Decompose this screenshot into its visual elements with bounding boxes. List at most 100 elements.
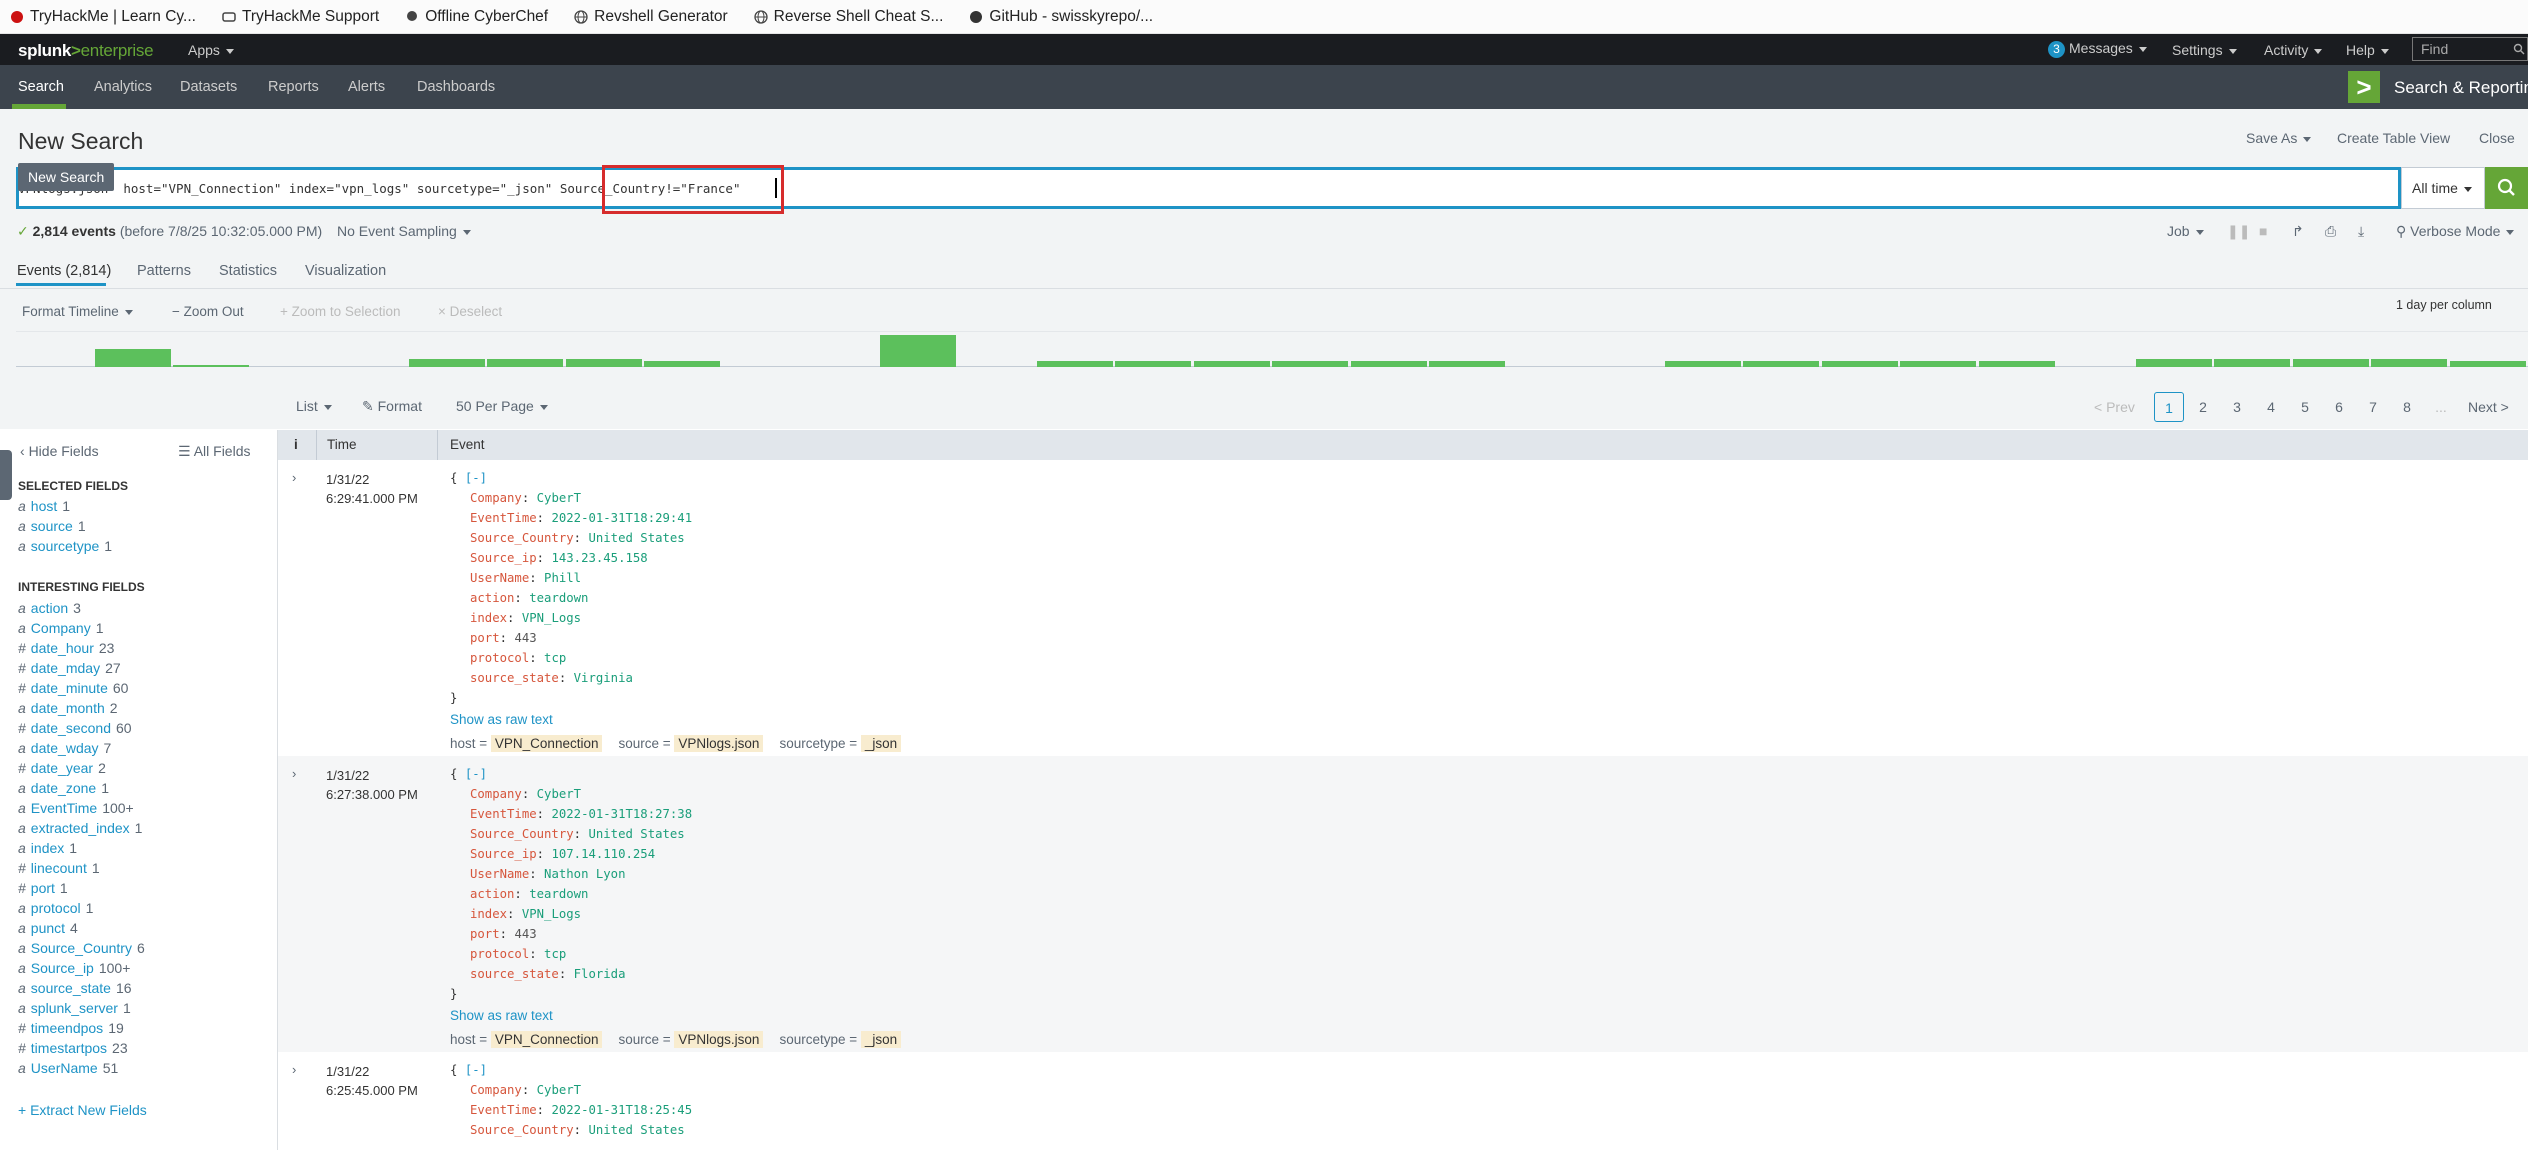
hide-fields-button[interactable]: ‹ Hide Fields xyxy=(20,443,99,459)
event-field-value[interactable]: United States xyxy=(588,531,684,545)
field-item[interactable]: # linecount 1 xyxy=(18,860,100,876)
stop-icon[interactable]: ■ xyxy=(2259,223,2267,239)
close-button[interactable]: Close xyxy=(2479,130,2515,146)
field-item[interactable]: a date_zone 1 xyxy=(18,780,109,796)
event-field-key[interactable]: action xyxy=(470,591,514,605)
share-icon[interactable]: ↱ xyxy=(2292,223,2304,240)
field-item[interactable]: a Source_ip 100+ xyxy=(18,960,130,976)
event-field-value[interactable]: 2022-01-31T18:29:41 xyxy=(551,511,692,525)
field-item[interactable]: a date_month 2 xyxy=(18,700,118,716)
tab-statistics[interactable]: Statistics xyxy=(219,263,277,279)
sidebar-handle[interactable] xyxy=(0,450,12,500)
tab-patterns[interactable]: Patterns xyxy=(137,263,191,279)
bookmark-tryhackme[interactable]: TryHackMe | Learn Cy... xyxy=(10,8,196,26)
source-value[interactable]: VPNlogs.json xyxy=(674,1031,764,1048)
field-item[interactable]: a Source_Country 6 xyxy=(18,940,145,956)
timeline-bar[interactable] xyxy=(1822,361,1898,367)
field-item[interactable]: a host 1 xyxy=(18,498,70,514)
timeline-chart[interactable] xyxy=(16,331,2528,367)
field-item[interactable]: a source_state 16 xyxy=(18,980,132,996)
event-field-value[interactable]: 143.23.45.158 xyxy=(551,551,647,565)
next-page-button[interactable]: Next > xyxy=(2468,392,2509,422)
bookmark-cyberchef[interactable]: Offline CyberChef xyxy=(405,8,548,26)
event-field-key[interactable]: Source_Country xyxy=(470,531,574,545)
event-field-key[interactable]: Source_Country xyxy=(470,827,574,841)
event-field-key[interactable]: index xyxy=(470,611,507,625)
event-field-key[interactable]: EventTime xyxy=(470,1103,537,1117)
event-field-key[interactable]: Source_Country xyxy=(470,1123,574,1137)
bookmark-revshell[interactable]: Revshell Generator xyxy=(574,8,728,26)
messages-menu[interactable]: 3 Messages xyxy=(2048,40,2147,58)
event-field-key[interactable]: Source_ip xyxy=(470,847,537,861)
export-icon[interactable]: ⤓ xyxy=(2358,223,2364,240)
timeline-bar[interactable] xyxy=(1900,361,1976,367)
deselect-button[interactable]: × Deselect xyxy=(438,304,502,319)
event-field-value[interactable]: 107.14.110.254 xyxy=(551,847,655,861)
timeline-bar[interactable] xyxy=(2136,359,2212,367)
field-item[interactable]: # date_mday 27 xyxy=(18,660,121,676)
time-range-picker[interactable]: All time xyxy=(2401,167,2485,209)
field-item[interactable]: a index 1 xyxy=(18,840,77,856)
event-field-value[interactable]: VPN_Logs xyxy=(522,611,581,625)
field-item[interactable]: # timeendpos 19 xyxy=(18,1020,124,1036)
timeline-bar[interactable] xyxy=(2214,359,2290,367)
event-field-key[interactable]: EventTime xyxy=(470,807,537,821)
event-field-key[interactable]: source_state xyxy=(470,967,559,981)
print-icon[interactable]: ⎙ xyxy=(2325,223,2336,240)
timeline-bar[interactable] xyxy=(644,361,720,367)
field-item[interactable]: a splunk_server 1 xyxy=(18,1000,131,1016)
field-item[interactable]: a action 3 xyxy=(18,600,81,616)
show-raw-text-link[interactable]: Show as raw text xyxy=(450,712,553,727)
zoom-to-selection-button[interactable]: + Zoom to Selection xyxy=(280,304,400,319)
event-field-value[interactable]: CyberT xyxy=(537,787,581,801)
per-page-dropdown[interactable]: 50 Per Page xyxy=(456,398,548,414)
event-sampling-dropdown[interactable]: No Event Sampling xyxy=(337,223,471,239)
event-field-key[interactable]: protocol xyxy=(470,947,529,961)
field-item[interactable]: a protocol 1 xyxy=(18,900,93,916)
show-raw-text-link[interactable]: Show as raw text xyxy=(450,1008,553,1023)
timeline-bar[interactable] xyxy=(2293,359,2369,367)
collapse-json-button[interactable]: [-] xyxy=(465,1063,487,1077)
host-value[interactable]: VPN_Connection xyxy=(490,735,603,752)
host-value[interactable]: VPN_Connection xyxy=(490,1031,603,1048)
event-field-value[interactable]: Florida xyxy=(574,967,626,981)
timeline-bar[interactable] xyxy=(1979,361,2055,367)
event-field-value[interactable]: CyberT xyxy=(537,1083,581,1097)
timeline-bar[interactable] xyxy=(95,349,171,367)
event-field-key[interactable]: UserName xyxy=(470,571,529,585)
timeline-bar[interactable] xyxy=(1272,361,1348,367)
nav-alerts[interactable]: Alerts xyxy=(348,79,385,95)
tab-events[interactable]: Events (2,814) xyxy=(17,263,111,279)
event-field-value[interactable]: 443 xyxy=(514,631,536,645)
page-1[interactable]: 1 xyxy=(2154,392,2184,422)
timeline-bar[interactable] xyxy=(2450,361,2526,367)
event-field-key[interactable]: source_state xyxy=(470,671,559,685)
format-button[interactable]: ✎ Format xyxy=(362,398,422,415)
field-item[interactable]: a Company 1 xyxy=(18,620,104,636)
page-7[interactable]: 7 xyxy=(2358,392,2388,422)
timeline-bar[interactable] xyxy=(1037,361,1113,367)
event-field-key[interactable]: action xyxy=(470,887,514,901)
timeline-bar[interactable] xyxy=(566,359,642,367)
field-item[interactable]: a EventTime 100+ xyxy=(18,800,134,816)
event-field-key[interactable]: Company xyxy=(470,491,522,505)
timeline-bar[interactable] xyxy=(173,365,249,367)
field-item[interactable]: # date_minute 60 xyxy=(18,680,128,696)
create-table-view-button[interactable]: Create Table View xyxy=(2337,130,2450,146)
timeline-bar[interactable] xyxy=(1115,361,1191,367)
splunk-logo[interactable]: splunk>enterprise xyxy=(18,41,154,61)
nav-search[interactable]: Search xyxy=(18,79,64,95)
event-field-key[interactable]: EventTime xyxy=(470,511,537,525)
extract-new-fields-link[interactable]: + Extract New Fields xyxy=(18,1102,147,1118)
page-5[interactable]: 5 xyxy=(2290,392,2320,422)
field-item[interactable]: # port 1 xyxy=(18,880,68,896)
list-dropdown[interactable]: List xyxy=(296,398,332,414)
timeline-bar[interactable] xyxy=(880,335,956,367)
job-menu[interactable]: Job xyxy=(2167,223,2204,239)
format-timeline-dropdown[interactable]: Format Timeline xyxy=(22,304,133,319)
event-field-value[interactable]: teardown xyxy=(529,591,588,605)
field-item[interactable]: a UserName 51 xyxy=(18,1060,118,1076)
field-item[interactable]: a sourcetype 1 xyxy=(18,538,112,554)
field-item[interactable]: a punct 4 xyxy=(18,920,78,936)
event-field-value[interactable]: United States xyxy=(588,827,684,841)
